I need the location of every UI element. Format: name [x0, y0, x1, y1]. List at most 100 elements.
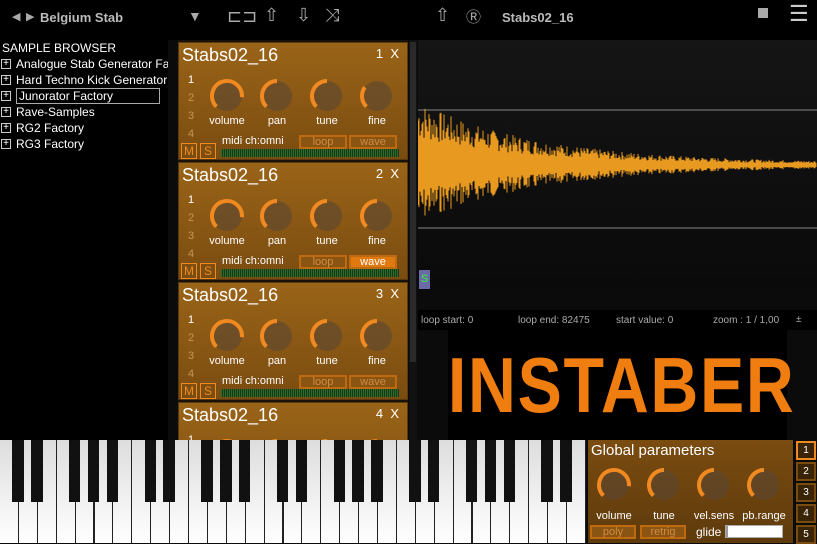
browser-item[interactable]: + RG2 Factory	[0, 120, 168, 136]
knob-pan[interactable]: pan	[257, 197, 297, 247]
black-key[interactable]	[12, 440, 24, 502]
zoom-stepper[interactable]: ±	[796, 314, 802, 325]
browser-item[interactable]: + Junorator Factory	[0, 88, 168, 104]
wave-button[interactable]: wave	[349, 135, 397, 149]
knob-volume[interactable]: volume	[207, 317, 247, 367]
bank-button[interactable]: 4	[796, 504, 816, 523]
knob-tune[interactable]: tune	[307, 197, 347, 247]
stop-icon[interactable]	[758, 8, 768, 18]
expand-icon[interactable]: +	[1, 107, 11, 117]
black-key[interactable]	[295, 440, 308, 502]
expand-icon[interactable]: +	[1, 139, 11, 149]
black-key[interactable]	[560, 440, 572, 502]
black-key[interactable]	[352, 440, 364, 502]
upload-icon[interactable]: ⇧	[435, 5, 450, 26]
black-key[interactable]	[503, 440, 515, 502]
retrig-button[interactable]: retrig	[640, 525, 686, 539]
mute-button[interactable]: M	[181, 383, 197, 399]
black-key[interactable]	[409, 440, 421, 502]
waveform-display[interactable]: S	[417, 40, 817, 290]
reset-icon[interactable]: Ⓡ	[466, 6, 481, 27]
black-key[interactable]	[31, 440, 43, 502]
knob-fine[interactable]: fine	[357, 317, 397, 367]
loop-button[interactable]: loop	[299, 255, 347, 269]
browser-item[interactable]: + Rave-Samples	[0, 104, 168, 120]
global-knob-tune[interactable]: tune	[642, 466, 686, 522]
knob-pan[interactable]: pan	[257, 317, 297, 367]
close-icon[interactable]: X	[390, 406, 399, 421]
glide-slider[interactable]	[725, 525, 783, 538]
black-key[interactable]	[276, 440, 289, 502]
close-icon[interactable]: X	[390, 166, 399, 181]
black-key[interactable]	[333, 440, 345, 502]
browser-item[interactable]: + Hard Techno Kick Generator	[0, 72, 168, 88]
slot-row[interactable]: 2	[188, 89, 194, 107]
slot-row[interactable]: 3	[188, 347, 194, 365]
menu-icon[interactable]: ☰	[789, 1, 809, 27]
dropdown-icon[interactable]: ▼	[188, 8, 202, 24]
slot-row[interactable]: 2	[188, 209, 194, 227]
midi-channel[interactable]: midi ch:omni	[222, 135, 284, 147]
knob-volume[interactable]: volume	[207, 77, 247, 127]
global-knob-vel-sens[interactable]: vel.sens	[692, 466, 736, 522]
slot-row[interactable]: 4	[188, 125, 194, 143]
black-key[interactable]	[144, 440, 156, 502]
expand-icon[interactable]: +	[1, 123, 11, 133]
black-key[interactable]	[68, 440, 81, 502]
resize-icon[interactable]: ⊏⊐	[227, 6, 257, 27]
shuffle-icon[interactable]: ⤨	[325, 5, 339, 26]
black-key[interactable]	[484, 440, 497, 502]
black-key[interactable]	[465, 440, 478, 502]
black-key[interactable]	[541, 440, 553, 502]
bank-button[interactable]: 2	[796, 462, 816, 481]
wave-button[interactable]: wave	[349, 375, 397, 389]
black-key[interactable]	[428, 440, 440, 502]
black-key[interactable]	[163, 440, 175, 502]
bank-button[interactable]: 5	[796, 525, 816, 544]
close-icon[interactable]: X	[390, 286, 399, 301]
poly-button[interactable]: poly	[590, 525, 636, 539]
expand-icon[interactable]: +	[1, 91, 11, 101]
knob-pan[interactable]: pan	[257, 77, 297, 127]
import-icon[interactable]: ⇩	[296, 5, 311, 26]
loop-button[interactable]: loop	[299, 375, 347, 389]
knob-tune[interactable]: tune	[307, 317, 347, 367]
midi-channel[interactable]: midi ch:omni	[222, 375, 284, 387]
black-key[interactable]	[371, 440, 383, 502]
black-key[interactable]	[201, 440, 213, 502]
wave-button[interactable]: wave	[349, 255, 397, 269]
start-marker[interactable]: S	[419, 270, 430, 289]
expand-icon[interactable]: +	[1, 59, 11, 69]
black-key[interactable]	[220, 440, 232, 502]
slot-row[interactable]: 3	[188, 227, 194, 245]
slot-row[interactable]: 2	[188, 329, 194, 347]
piano-keyboard[interactable]	[0, 440, 586, 543]
solo-button[interactable]: S	[200, 143, 216, 159]
expand-icon[interactable]: +	[1, 75, 11, 85]
slot-row[interactable]: 3	[188, 107, 194, 125]
close-icon[interactable]: X	[390, 46, 399, 61]
slot-row[interactable]: 1	[188, 191, 194, 209]
browser-item[interactable]: + RG3 Factory	[0, 136, 168, 152]
mute-button[interactable]: M	[181, 263, 197, 279]
slot-scrollbar[interactable]	[409, 40, 417, 440]
browser-item[interactable]: +Analogue Stab Generator Factory	[0, 56, 168, 72]
bank-button[interactable]: 3	[796, 483, 816, 502]
black-key[interactable]	[239, 440, 251, 502]
loop-button[interactable]: loop	[299, 135, 347, 149]
black-key[interactable]	[106, 440, 119, 502]
prev-preset-icon[interactable]: ◀	[12, 10, 20, 23]
next-preset-icon[interactable]: ▶	[26, 10, 34, 23]
global-knob-volume[interactable]: volume	[592, 466, 636, 522]
slot-row[interactable]: 1	[188, 431, 194, 440]
midi-channel[interactable]: midi ch:omni	[222, 255, 284, 267]
global-knob-pb-range[interactable]: pb.range	[742, 466, 786, 522]
knob-volume[interactable]: volume	[207, 197, 247, 247]
black-key[interactable]	[87, 440, 100, 502]
slot-row[interactable]: 4	[188, 245, 194, 263]
slot-row[interactable]: 1	[188, 311, 194, 329]
knob-fine[interactable]: fine	[357, 197, 397, 247]
bank-button[interactable]: 1	[796, 441, 816, 460]
solo-button[interactable]: S	[200, 263, 216, 279]
mute-button[interactable]: M	[181, 143, 197, 159]
